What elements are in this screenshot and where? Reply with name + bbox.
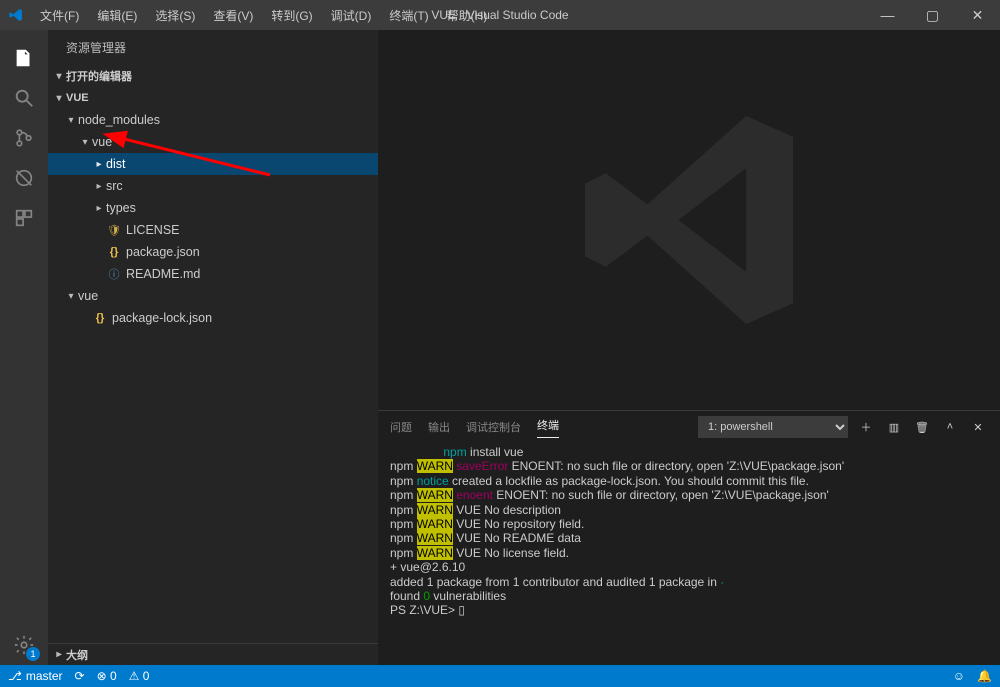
settings-badge: 1 <box>26 647 40 661</box>
outline-section[interactable]: ▸ 大纲 <box>48 643 378 665</box>
status-sync[interactable]: ⟳ <box>75 669 85 683</box>
tree-node-modules[interactable]: ▾ node_modules <box>48 109 378 131</box>
tree-license[interactable]: 🛡 LICENSE <box>48 219 378 241</box>
menu-view[interactable]: 查看(V) <box>205 3 261 28</box>
tree-src[interactable]: ▸ src <box>48 175 378 197</box>
panel-maximize-button[interactable]: ˄ <box>940 417 960 437</box>
json-icon: {} <box>92 312 108 324</box>
terminal-select[interactable]: 1: powershell <box>698 416 848 438</box>
menu-bar: 文件(F) 编辑(E) 选择(S) 查看(V) 转到(G) 调试(D) 终端(T… <box>32 3 495 28</box>
split-terminal-button[interactable]: ▥ <box>884 417 904 437</box>
file-label: LICENSE <box>126 223 180 237</box>
tree-package-json[interactable]: {} package.json <box>48 241 378 263</box>
explorer-tree: ▾ 打开的编辑器 ▾ VUE ▾ node_modules ▾ vue ▸ <box>48 65 378 643</box>
chevron-down-icon: ▾ <box>52 93 66 104</box>
status-branch-name: master <box>26 669 63 683</box>
status-bar: ⎇ master ⟳ ⊗ 0 ⚠ 0 ☺ 🔔 <box>0 665 1000 687</box>
activity-explorer[interactable] <box>0 38 48 78</box>
panel-tabs: 问题 输出 调试控制台 终端 1: powershell ＋ ▥ 🗑 ˄ ✕ <box>378 411 1000 443</box>
open-editors-label: 打开的编辑器 <box>66 68 132 84</box>
chevron-down-icon: ▾ <box>78 137 92 148</box>
chevron-right-icon: ▸ <box>92 159 106 170</box>
editor-panel-area: 问题 输出 调试控制台 终端 1: powershell ＋ ▥ 🗑 ˄ ✕ <box>378 30 1000 665</box>
tab-problems[interactable]: 问题 <box>390 419 412 435</box>
explorer-sidebar: 资源管理器 ▾ 打开的编辑器 ▾ VUE ▾ node_modules ▾ vu… <box>48 30 378 665</box>
json-icon: {} <box>106 246 122 258</box>
menu-goto[interactable]: 转到(G) <box>263 3 320 28</box>
project-label: VUE <box>66 92 89 104</box>
maximize-button[interactable]: ▢ <box>910 0 955 30</box>
menu-file[interactable]: 文件(F) <box>32 3 87 28</box>
activity-search[interactable] <box>0 78 48 118</box>
folder-label: vue <box>92 135 112 149</box>
chevron-down-icon: ▾ <box>64 291 78 302</box>
title-bar: 文件(F) 编辑(E) 选择(S) 查看(V) 转到(G) 调试(D) 终端(T… <box>0 0 1000 30</box>
folder-label: node_modules <box>78 113 160 127</box>
status-warnings[interactable]: ⚠ 0 <box>129 669 150 683</box>
menu-edit[interactable]: 编辑(E) <box>89 3 145 28</box>
window-title: VUE - Visual Studio Code <box>431 8 568 22</box>
minimize-button[interactable]: — <box>865 0 910 30</box>
activity-settings[interactable]: 1 <box>0 625 48 665</box>
menu-select[interactable]: 选择(S) <box>147 3 203 28</box>
branch-icon: ⎇ <box>8 669 22 683</box>
chevron-down-icon: ▾ <box>52 71 66 82</box>
terminal-output[interactable]: npm install vuenpm WARN saveError ENOENT… <box>378 443 1000 665</box>
file-label: package-lock.json <box>112 311 212 325</box>
activity-debug[interactable] <box>0 158 48 198</box>
tree-types[interactable]: ▸ types <box>48 197 378 219</box>
tab-terminal[interactable]: 终端 <box>537 417 559 438</box>
chevron-down-icon: ▾ <box>64 115 78 126</box>
panel: 问题 输出 调试控制台 终端 1: powershell ＋ ▥ 🗑 ˄ ✕ <box>378 410 1000 665</box>
new-terminal-button[interactable]: ＋ <box>856 417 876 437</box>
outline-label: 大纲 <box>66 647 88 663</box>
tree-vue-pkg[interactable]: ▾ vue <box>48 131 378 153</box>
info-icon: ⓘ <box>106 266 122 282</box>
tree-vue-folder[interactable]: ▾ vue <box>48 285 378 307</box>
vscode-watermark-icon <box>559 90 819 350</box>
editor-empty <box>378 30 1000 410</box>
menu-debug[interactable]: 调试(D) <box>323 3 380 28</box>
chevron-right-icon: ▸ <box>92 203 106 214</box>
folder-label: dist <box>106 157 125 171</box>
activity-extensions[interactable] <box>0 198 48 238</box>
project-section[interactable]: ▾ VUE <box>48 87 378 109</box>
folder-label: src <box>106 179 123 193</box>
vscode-icon <box>0 7 32 23</box>
tab-output[interactable]: 输出 <box>428 419 450 435</box>
status-branch[interactable]: ⎇ master <box>8 669 63 683</box>
close-button[interactable]: ✕ <box>955 0 1000 30</box>
window-controls: — ▢ ✕ <box>865 0 1000 30</box>
file-label: README.md <box>126 267 200 281</box>
panel-toolbar: 1: powershell ＋ ▥ 🗑 ˄ ✕ <box>698 416 988 438</box>
menu-terminal[interactable]: 终端(T) <box>381 3 436 28</box>
chevron-right-icon: ▸ <box>92 181 106 192</box>
chevron-right-icon: ▸ <box>52 649 66 660</box>
activity-scm[interactable] <box>0 118 48 158</box>
license-icon: 🛡 <box>106 224 122 237</box>
tree-package-lock[interactable]: {} package-lock.json <box>48 307 378 329</box>
panel-close-button[interactable]: ✕ <box>968 417 988 437</box>
folder-label: types <box>106 201 136 215</box>
explorer-title: 资源管理器 <box>48 30 378 65</box>
status-errors[interactable]: ⊗ 0 <box>97 669 117 683</box>
open-editors-section[interactable]: ▾ 打开的编辑器 <box>48 65 378 87</box>
status-notifications[interactable]: 🔔 <box>977 669 992 683</box>
tree-readme[interactable]: ⓘ README.md <box>48 263 378 285</box>
kill-terminal-button[interactable]: 🗑 <box>912 417 932 437</box>
tree-dist[interactable]: ▸ dist <box>48 153 378 175</box>
file-label: package.json <box>126 245 200 259</box>
activity-bar: 1 <box>0 30 48 665</box>
folder-label: vue <box>78 289 98 303</box>
status-feedback[interactable]: ☺ <box>953 669 965 683</box>
tab-debug-console[interactable]: 调试控制台 <box>466 419 521 435</box>
